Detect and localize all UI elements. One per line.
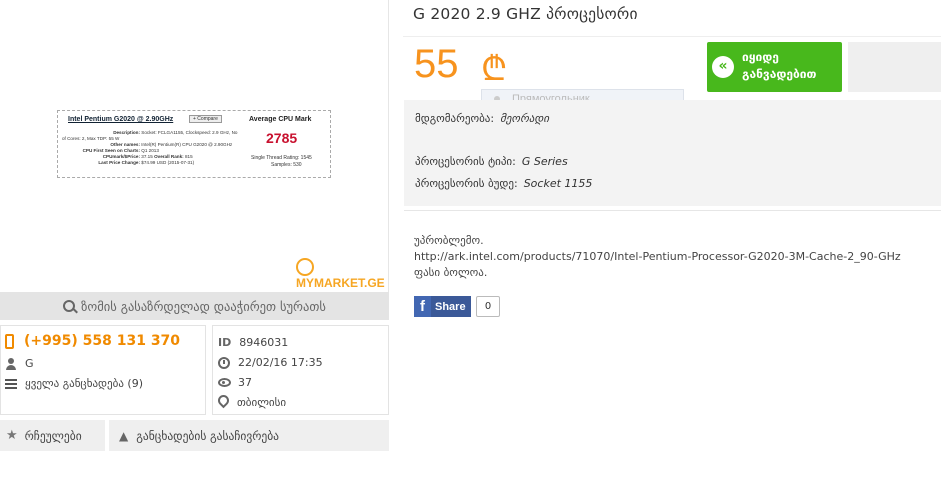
buy-label-line2: განვადებით — [742, 67, 817, 81]
all-ads-label[interactable]: ყველა განცხადება (9) — [25, 377, 143, 390]
currency-icon: ₾ — [481, 49, 508, 89]
seller-box: (+995) 558 131 370 G ყველა განცხადება (9… — [0, 325, 206, 415]
star-icon: ★ — [6, 428, 18, 443]
spec-socket-label: პროცესორის ბუდე: — [415, 177, 518, 190]
spec-condition: მდგომარეობა: მეორადი — [415, 112, 549, 125]
spec-socket: პროცესორის ბუდე: Socket 1155 — [415, 177, 592, 190]
phone-icon — [5, 333, 14, 349]
cpu-details: Description: Socket: FCLGA1155, Clockspe… — [62, 130, 238, 165]
report-ad-button[interactable]: ▲ განცხადების გასაჩივრება — [109, 420, 389, 451]
ad-views: 37 — [238, 376, 252, 389]
samples: Samples: 530 — [271, 162, 302, 168]
cpu-score: 2785 — [266, 130, 298, 146]
zoom-image-bar[interactable]: ზომის გასაზრდელად დააჭირეთ სურათს — [0, 292, 389, 320]
report-label: განცხადების გასაჩივრება — [136, 428, 280, 443]
spec-condition-value: მეორადი — [500, 112, 550, 125]
all-ads-link[interactable]: ყველა განცხადება (9) — [5, 377, 143, 390]
product-title: G 2020 2.9 GHZ პროცესორი — [413, 5, 638, 23]
spec-type-label: პროცესორის ტიპი: — [415, 155, 516, 168]
compare-label: + Compare — [189, 115, 222, 123]
seller-phone-row[interactable]: (+995) 558 131 370 — [5, 333, 180, 349]
product-image[interactable]: Intel Pentium G2020 @ 2.90GHz + Compare … — [0, 0, 389, 292]
ad-views-row: 37 — [218, 376, 252, 389]
ad-id-row: ID 8946031 — [218, 336, 288, 349]
facebook-share-button[interactable]: f Share — [414, 296, 471, 317]
list-icon — [5, 378, 17, 389]
double-chevron-left-icon: « — [712, 56, 734, 78]
id-label: ID — [218, 336, 232, 349]
favorites-label: რჩეულები — [24, 428, 82, 443]
secondary-action-button[interactable] — [848, 42, 941, 92]
seller-phone[interactable]: (+995) 558 131 370 — [24, 333, 180, 349]
ad-id: 8946031 — [239, 336, 289, 349]
share-count: 0 — [476, 296, 500, 317]
share-label: Share — [435, 300, 466, 313]
zoom-label: ზომის გასაზრდელად დააჭირეთ სურათს — [81, 298, 326, 314]
watermark-logo: MYMARKET.GE — [296, 258, 388, 290]
avg-cpu-mark-label: Average CPU Mark — [249, 116, 312, 123]
spec-socket-value: Socket 1155 — [523, 177, 593, 190]
cpu-benchmark-card: Intel Pentium G2020 @ 2.90GHz + Compare … — [57, 110, 331, 178]
spec-type-value: G Series — [521, 155, 568, 168]
spec-type: პროცესორის ტიპი: G Series — [415, 155, 568, 168]
description-line-1: უპრობლემო. — [414, 234, 484, 247]
buy-installments-button[interactable]: « იყიდე განვადებით — [707, 42, 842, 92]
favorites-button[interactable]: ★ რჩეულები — [0, 420, 105, 451]
facebook-share: f Share 0 — [414, 296, 500, 317]
eye-icon — [218, 378, 231, 387]
seller-name-row: G — [5, 357, 34, 370]
ad-actions: ★ რჩეულები ▲ განცხადების გასაჩივრება — [0, 420, 389, 451]
description-link[interactable]: http://ark.intel.com/products/71070/Inte… — [414, 250, 901, 263]
facebook-icon: f — [414, 296, 431, 317]
specs-panel: მდგომარეობა: მეორადი პროცესორის ტიპი: G Se… — [404, 100, 941, 206]
ad-date: 22/02/16 17:35 — [238, 356, 323, 369]
product-price: 55 — [414, 42, 459, 86]
location-pin-icon — [218, 395, 229, 409]
search-icon — [63, 300, 76, 312]
warning-icon: ▲ — [119, 428, 129, 443]
ad-location-row: თბილისი — [218, 395, 286, 409]
spec-condition-label: მდგომარეობა: — [415, 112, 495, 125]
description-line-3: ფასი ბოლოა. — [414, 266, 488, 279]
user-icon — [5, 357, 17, 370]
buy-label-line1: იყიდე — [742, 50, 779, 64]
cpu-name: Intel Pentium G2020 @ 2.90GHz — [68, 116, 174, 123]
single-thread-rating: Single Thread Rating: 1545 — [251, 155, 312, 161]
ad-date-row: 22/02/16 17:35 — [218, 356, 323, 369]
ad-location: თბილისი — [237, 395, 287, 409]
clock-icon — [218, 356, 230, 369]
ad-info-box: ID 8946031 22/02/16 17:35 37 თბილისი — [212, 325, 389, 415]
page: Intel Pentium G2020 @ 2.90GHz + Compare … — [0, 0, 941, 499]
seller-name: G — [25, 357, 34, 370]
